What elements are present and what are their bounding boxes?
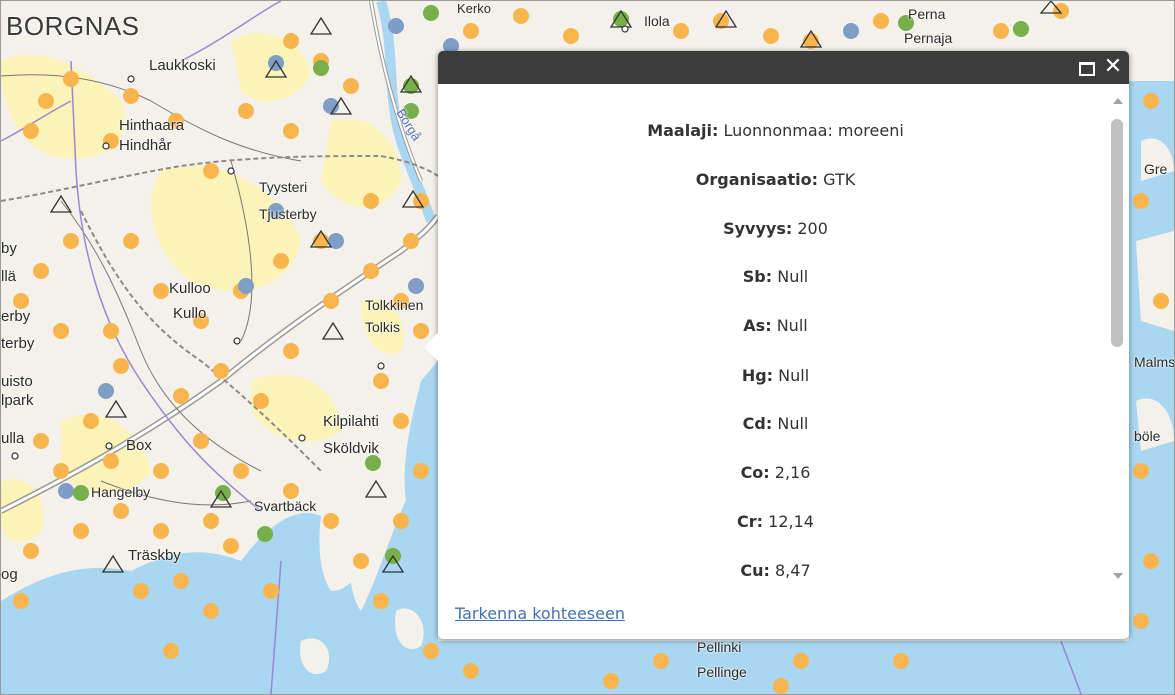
scrollbar-thumb[interactable]: [1111, 119, 1123, 347]
attribute-value: 12,14: [768, 512, 814, 531]
attribute-value: GTK: [823, 170, 856, 189]
map-view[interactable]: BORGNAS Laukkoski Hinthaara Hindhår Tyys…: [0, 0, 1175, 695]
attribute-row: Hg: Null: [438, 366, 1113, 386]
place-label-kerko: Kerko: [457, 1, 491, 16]
place-label-hangelby: Hangelby: [91, 484, 151, 500]
attribute-row: As: Null: [438, 316, 1113, 336]
attribute-value: 2,16: [774, 463, 811, 482]
place-label-ulla: ulla: [1, 430, 25, 447]
place-label-laukkoski: Laukkoski: [149, 57, 216, 74]
popup-header: ✕: [438, 51, 1129, 84]
place-label-tolkis: Tolkis: [365, 319, 401, 335]
place-label-box: Box: [126, 437, 152, 454]
feature-info-popup: ✕ Maalaji: Luonnonmaa: moreeni Organisaa…: [424, 51, 1129, 639]
attribute-value: Null: [777, 414, 809, 433]
attribute-value: Null: [776, 316, 808, 335]
attribute-row: Organisaatio: GTK: [438, 170, 1113, 190]
attribute-label: Cd:: [742, 414, 773, 433]
attribute-row: Cu: 8,47: [438, 561, 1113, 581]
attribute-label: As:: [743, 316, 772, 335]
attribute-value: 200: [797, 219, 828, 238]
attribute-value: Luonnonmaa: moreeni: [723, 121, 904, 140]
scroll-up-arrow-icon[interactable]: [1113, 98, 1123, 104]
place-label-by: by: [1, 240, 17, 257]
place-label-kulloo: Kulloo: [169, 280, 211, 297]
place-label-og: og: [1, 566, 18, 583]
attribute-label: Maalaji:: [647, 121, 719, 140]
place-label-erby: erby: [1, 308, 31, 325]
scroll-down-arrow-icon[interactable]: [1113, 573, 1123, 579]
place-label-pernaja: Pernaja: [904, 30, 953, 46]
zoom-to-feature-link[interactable]: Tarkenna kohteeseen: [455, 604, 625, 624]
place-label-kullo: Kullo: [173, 305, 207, 322]
place-label-tjusterby: Tjusterby: [259, 206, 317, 222]
place-label-tyysteri: Tyysteri: [259, 179, 308, 195]
place-label-terby: terby: [1, 335, 35, 352]
attribute-value: Null: [778, 366, 810, 385]
popup-scrollbar[interactable]: [1109, 91, 1127, 596]
place-label-malms: Malms: [1134, 354, 1175, 370]
popup-content[interactable]: Maalaji: Luonnonmaa: moreeni Organisaati…: [438, 84, 1113, 596]
attribute-label: Organisaatio:: [695, 170, 819, 189]
place-label-svartback: Svartbäck: [254, 498, 317, 514]
attribute-value: 8,47: [775, 561, 811, 580]
place-label-ilola: Ilola: [644, 13, 670, 29]
place-label-perna: Perna: [908, 6, 946, 22]
place-label-skoldvik: Sköldvik: [323, 440, 379, 457]
place-label-hinthaara: Hinthaara: [119, 117, 185, 134]
place-label-la: llä: [1, 268, 17, 285]
attribute-row: Sb: Null: [438, 267, 1113, 287]
attribute-label: Cu:: [740, 561, 770, 580]
place-label-bole: böle: [1134, 428, 1161, 444]
attribute-label: Hg:: [741, 366, 774, 385]
attribute-value: Null: [777, 267, 809, 286]
place-label-tolkkinen: Tolkkinen: [365, 297, 424, 313]
place-label-borgnas: BORGNAS: [6, 11, 140, 41]
attribute-row: Cd: Null: [438, 414, 1113, 434]
attribute-label: Sb:: [742, 267, 773, 286]
close-icon[interactable]: ✕: [1103, 56, 1123, 78]
place-label-pellinki: Pellinki: [697, 639, 742, 655]
attribute-label: Cr:: [737, 512, 764, 531]
place-label-park: lpark: [1, 392, 34, 409]
attribute-label: Co:: [740, 463, 770, 482]
place-label-pellinge: Pellinge: [697, 664, 747, 680]
place-label-kilpilahti: Kilpilahti: [323, 413, 379, 430]
maximize-icon[interactable]: [1076, 56, 1096, 78]
attribute-row: Cr: 12,14: [438, 512, 1113, 532]
place-label-hindhar: Hindhår: [119, 137, 172, 154]
popup-pointer: [424, 333, 438, 361]
attribute-row: Syvyys: 200: [438, 219, 1113, 239]
attribute-row: Maalaji: Luonnonmaa: moreeni: [438, 121, 1113, 141]
place-label-traskby: Träskby: [128, 547, 181, 564]
attribute-row: Co: 2,16: [438, 463, 1113, 483]
place-label-uisto: uisto: [1, 373, 33, 390]
attribute-label: Syvyys:: [723, 219, 793, 238]
place-label-gre: Gre: [1144, 161, 1168, 177]
